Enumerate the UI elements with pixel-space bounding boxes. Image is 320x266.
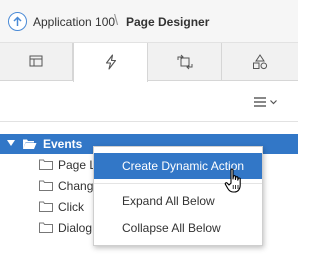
processing-icon — [177, 54, 193, 70]
folder-icon — [39, 222, 53, 233]
hamburger-menu-icon — [254, 97, 277, 107]
tree-menu-button[interactable] — [252, 94, 280, 110]
folder-icon — [39, 180, 53, 191]
breadcrumb-application[interactable]: Application 100 — [33, 15, 115, 29]
layout-icon — [29, 55, 43, 67]
open-folder-icon — [23, 139, 37, 149]
folder-icon — [39, 201, 53, 212]
tree-toolbar — [0, 82, 298, 122]
page-header: Application 100 \ Page Designer — [0, 0, 298, 43]
tree-node-label: Click — [58, 200, 84, 214]
tab-shared-components[interactable] — [222, 43, 298, 81]
tab-bar — [0, 43, 298, 82]
expand-toggle-icon[interactable] — [7, 140, 15, 146]
tab-dynamic-actions[interactable] — [73, 43, 148, 82]
hand-cursor-icon — [224, 168, 241, 193]
breadcrumb-page-designer: Page Designer — [126, 15, 210, 29]
arrow-up-icon — [13, 16, 22, 26]
context-menu: Create Dynamic Action Expand All Below C… — [93, 146, 263, 246]
tab-processing[interactable] — [148, 43, 222, 81]
tree-node-label: Page L — [58, 158, 97, 172]
shared-components-icon — [253, 54, 268, 70]
tree-node-label: Events — [43, 137, 83, 151]
folder-icon — [39, 159, 53, 170]
tab-rendering[interactable] — [0, 43, 73, 81]
menu-item-collapse-all-below[interactable]: Collapse All Below — [94, 215, 262, 241]
up-arrow-button[interactable] — [8, 12, 27, 31]
breadcrumb-separator: \ — [114, 12, 119, 29]
lightning-icon — [105, 54, 117, 70]
